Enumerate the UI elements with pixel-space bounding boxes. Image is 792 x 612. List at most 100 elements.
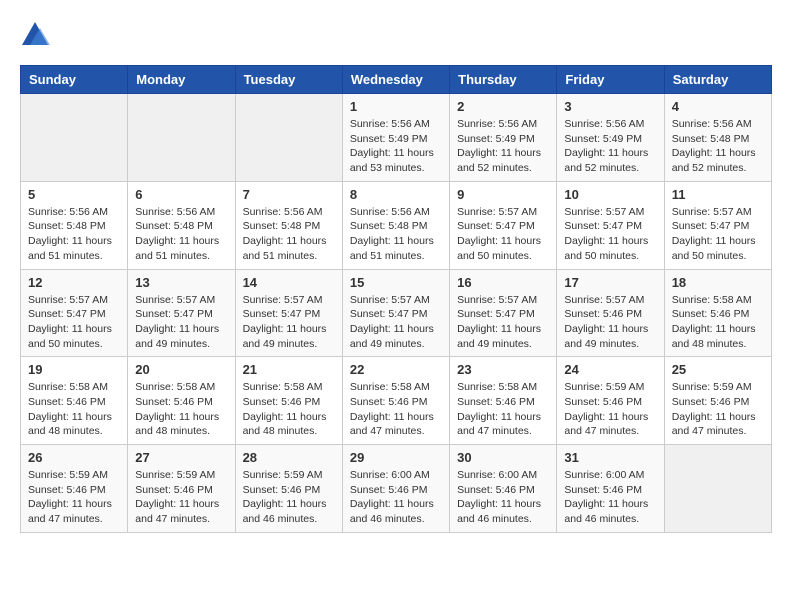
day-number: 10 — [564, 187, 656, 202]
day-info: Sunrise: 5:57 AM Sunset: 5:47 PM Dayligh… — [350, 293, 442, 352]
weekday-header-wednesday: Wednesday — [342, 66, 449, 94]
calendar-cell: 14Sunrise: 5:57 AM Sunset: 5:47 PM Dayli… — [235, 269, 342, 357]
day-info: Sunrise: 5:56 AM Sunset: 5:48 PM Dayligh… — [135, 205, 227, 264]
calendar-cell: 10 Sunrise: 5:57 AM Sunset: 5:47 PM Dayli… — [557, 181, 664, 269]
calendar-cell: 24 Sunrise: 5:59 AM Sunset: 5:46 PM Dayli… — [557, 357, 664, 445]
calendar-cell: 4 Sunrise: 5:56 AM Sunset: 5:48 PM Daylig… — [664, 94, 771, 182]
day-info: Sunrise: 5:57 AM Sunset: 5:46 PM Dayligh… — [564, 293, 656, 352]
day-info: Sunrise: 5:59 AM Sunset: 5:46 PM Dayligh… — [672, 380, 764, 439]
calendar-cell: 7 Sunrise: 5:56 AM Sunset: 5:48 PM Daylig… — [235, 181, 342, 269]
day-number: 22 — [350, 362, 442, 377]
day-info: Sunrise: 5:58 AM Sunset: 5:46 PM Dayligh… — [28, 380, 120, 439]
day-number: 26 — [28, 450, 120, 465]
day-number: 8 — [350, 187, 442, 202]
day-info: Sunrise: 5:57 AM Sunset: 5:47 PM Dayligh… — [457, 205, 549, 264]
day-number: 21 — [243, 362, 335, 377]
calendar-cell: 25 Sunrise: 5:59 AM Sunset: 5:46 PM Dayli… — [664, 357, 771, 445]
day-info: Sunrise: 6:00 AM Sunset: 5:46 PM Dayligh… — [457, 468, 549, 527]
day-info: Sunrise: 6:00 AM Sunset: 5:46 PM Dayligh… — [350, 468, 442, 527]
day-info: Sunrise: 5:58 AM Sunset: 5:46 PM Dayligh… — [135, 380, 227, 439]
day-info: Sunrise: 5:59 AM Sunset: 5:46 PM Dayligh… — [564, 380, 656, 439]
day-number: 9 — [457, 187, 549, 202]
calendar-cell: 21 Sunrise: 5:58 AM Sunset: 5:46 PM Dayli… — [235, 357, 342, 445]
calendar-cell: 13 Sunrise: 5:57 AM Sunset: 5:47 PM Dayli… — [128, 269, 235, 357]
day-info: Sunrise: 5:56 AM Sunset: 5:49 PM Dayligh… — [457, 117, 549, 176]
day-info: Sunrise: 5:57 AM Sunset: 5:47 PM Dayligh… — [28, 293, 120, 352]
day-number: 25 — [672, 362, 764, 377]
calendar-cell: 15 Sunrise: 5:57 AM Sunset: 5:47 PM Dayli… — [342, 269, 449, 357]
day-number: 5 — [28, 187, 120, 202]
calendar-cell: 12 Sunrise: 5:57 AM Sunset: 5:47 PM Dayli… — [21, 269, 128, 357]
day-number: 14 — [243, 275, 335, 290]
day-number: 12 — [28, 275, 120, 290]
weekday-header-sunday: Sunday — [21, 66, 128, 94]
weekday-header-row: SundayMondayTuesdayWednesdayThursdayFrid… — [21, 66, 772, 94]
calendar-cell: 19 Sunrise: 5:58 AM Sunset: 5:46 PM Dayli… — [21, 357, 128, 445]
calendar-cell: 18Sunrise: 5:58 AM Sunset: 5:46 PM Dayli… — [664, 269, 771, 357]
day-info: Sunrise: 5:59 AM Sunset: 5:46 PM Dayligh… — [243, 468, 335, 527]
calendar-cell: 27 Sunrise: 5:59 AM Sunset: 5:46 PM Dayli… — [128, 445, 235, 533]
day-info: Sunrise: 6:00 AM Sunset: 5:46 PM Dayligh… — [564, 468, 656, 527]
calendar-cell: 22Sunrise: 5:58 AM Sunset: 5:46 PM Dayli… — [342, 357, 449, 445]
calendar-cell: 28 Sunrise: 5:59 AM Sunset: 5:46 PM Dayli… — [235, 445, 342, 533]
calendar-cell: 3Sunrise: 5:56 AM Sunset: 5:49 PM Daylig… — [557, 94, 664, 182]
day-number: 16 — [457, 275, 549, 290]
day-number: 24 — [564, 362, 656, 377]
day-number: 15 — [350, 275, 442, 290]
day-info: Sunrise: 5:56 AM Sunset: 5:48 PM Dayligh… — [350, 205, 442, 264]
logo — [20, 20, 55, 50]
calendar-cell: 20 Sunrise: 5:58 AM Sunset: 5:46 PM Dayli… — [128, 357, 235, 445]
calendar-cell: 31Sunrise: 6:00 AM Sunset: 5:46 PM Dayli… — [557, 445, 664, 533]
calendar-cell: 11 Sunrise: 5:57 AM Sunset: 5:47 PM Dayli… — [664, 181, 771, 269]
day-number: 28 — [243, 450, 335, 465]
day-number: 13 — [135, 275, 227, 290]
week-row-3: 12 Sunrise: 5:57 AM Sunset: 5:47 PM Dayli… — [21, 269, 772, 357]
day-number: 2 — [457, 99, 549, 114]
week-row-4: 19 Sunrise: 5:58 AM Sunset: 5:46 PM Dayli… — [21, 357, 772, 445]
calendar-cell — [21, 94, 128, 182]
day-info: Sunrise: 5:59 AM Sunset: 5:46 PM Dayligh… — [28, 468, 120, 527]
weekday-header-tuesday: Tuesday — [235, 66, 342, 94]
calendar-cell: 17 Sunrise: 5:57 AM Sunset: 5:46 PM Dayli… — [557, 269, 664, 357]
week-row-2: 5 Sunrise: 5:56 AM Sunset: 5:48 PM Daylig… — [21, 181, 772, 269]
day-info: Sunrise: 5:57 AM Sunset: 5:47 PM Dayligh… — [135, 293, 227, 352]
day-info: Sunrise: 5:59 AM Sunset: 5:46 PM Dayligh… — [135, 468, 227, 527]
day-info: Sunrise: 5:56 AM Sunset: 5:49 PM Dayligh… — [350, 117, 442, 176]
day-number: 1 — [350, 99, 442, 114]
weekday-header-monday: Monday — [128, 66, 235, 94]
weekday-header-saturday: Saturday — [664, 66, 771, 94]
calendar-cell: 1 Sunrise: 5:56 AM Sunset: 5:49 PM Daylig… — [342, 94, 449, 182]
day-number: 11 — [672, 187, 764, 202]
day-info: Sunrise: 5:58 AM Sunset: 5:46 PM Dayligh… — [672, 293, 764, 352]
calendar-cell — [128, 94, 235, 182]
day-number: 17 — [564, 275, 656, 290]
day-info: Sunrise: 5:56 AM Sunset: 5:48 PM Dayligh… — [28, 205, 120, 264]
calendar-cell: 9 Sunrise: 5:57 AM Sunset: 5:47 PM Daylig… — [450, 181, 557, 269]
day-number: 23 — [457, 362, 549, 377]
day-info: Sunrise: 5:57 AM Sunset: 5:47 PM Dayligh… — [672, 205, 764, 264]
day-info: Sunrise: 5:56 AM Sunset: 5:48 PM Dayligh… — [672, 117, 764, 176]
day-number: 7 — [243, 187, 335, 202]
calendar-cell: 2 Sunrise: 5:56 AM Sunset: 5:49 PM Daylig… — [450, 94, 557, 182]
day-info: Sunrise: 5:57 AM Sunset: 5:47 PM Dayligh… — [564, 205, 656, 264]
day-number: 4 — [672, 99, 764, 114]
day-number: 20 — [135, 362, 227, 377]
day-info: Sunrise: 5:58 AM Sunset: 5:46 PM Dayligh… — [243, 380, 335, 439]
calendar-cell: 5 Sunrise: 5:56 AM Sunset: 5:48 PM Daylig… — [21, 181, 128, 269]
week-row-1: 1 Sunrise: 5:56 AM Sunset: 5:49 PM Daylig… — [21, 94, 772, 182]
weekday-header-thursday: Thursday — [450, 66, 557, 94]
calendar-cell: 29Sunrise: 6:00 AM Sunset: 5:46 PM Dayli… — [342, 445, 449, 533]
day-number: 30 — [457, 450, 549, 465]
calendar-cell: 6Sunrise: 5:56 AM Sunset: 5:48 PM Daylig… — [128, 181, 235, 269]
calendar-cell: 23 Sunrise: 5:58 AM Sunset: 5:46 PM Dayli… — [450, 357, 557, 445]
calendar-cell: 30 Sunrise: 6:00 AM Sunset: 5:46 PM Dayli… — [450, 445, 557, 533]
day-info: Sunrise: 5:58 AM Sunset: 5:46 PM Dayligh… — [457, 380, 549, 439]
day-info: Sunrise: 5:56 AM Sunset: 5:48 PM Dayligh… — [243, 205, 335, 264]
calendar-cell: 26 Sunrise: 5:59 AM Sunset: 5:46 PM Dayli… — [21, 445, 128, 533]
calendar-cell: 16Sunrise: 5:57 AM Sunset: 5:47 PM Dayli… — [450, 269, 557, 357]
calendar-cell — [664, 445, 771, 533]
page-header — [20, 20, 772, 50]
logo-icon — [20, 20, 50, 50]
day-number: 19 — [28, 362, 120, 377]
day-number: 27 — [135, 450, 227, 465]
